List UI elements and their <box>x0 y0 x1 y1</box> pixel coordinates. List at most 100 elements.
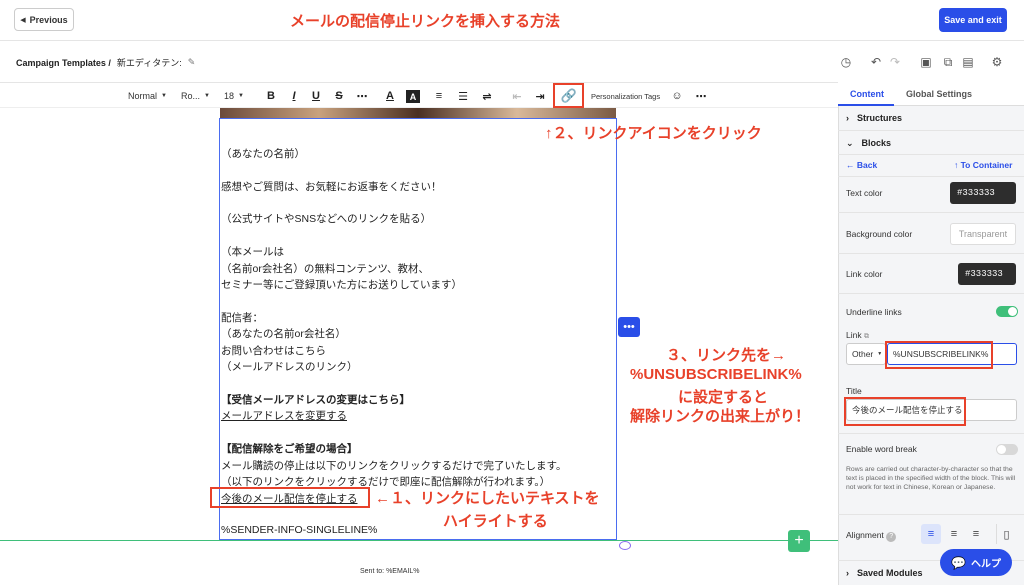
underline-icon[interactable]: U <box>309 88 323 104</box>
drag-handle-icon[interactable] <box>619 541 631 550</box>
structures-label: Structures <box>857 113 903 123</box>
blocks-section[interactable]: ⌄ Blocks <box>846 138 891 149</box>
chevron-right-icon: › <box>846 568 849 578</box>
title-highlight <box>844 397 966 426</box>
panel-divider <box>838 293 1024 294</box>
chat-bubble-icon: 💬 <box>951 555 966 570</box>
help-button[interactable]: 💬 ヘルプ <box>940 549 1012 576</box>
breadcrumb-root[interactable]: Campaign Templates / <box>16 58 111 68</box>
body-line: （公式サイトやSNSなどへのリンクを貼る） <box>221 213 432 225</box>
body-line: （メールアドレスのリンク） <box>221 361 358 373</box>
active-tab-indicator <box>838 104 894 106</box>
highlight-color-icon[interactable]: A <box>406 90 420 103</box>
word-break-toggle[interactable] <box>996 444 1018 455</box>
export-icon[interactable]: ▤ <box>960 54 976 70</box>
mobile-icon[interactable]: ▯ <box>996 524 1016 544</box>
back-button[interactable]: ← Back <box>846 160 877 170</box>
align-right-icon[interactable]: ≡ <box>966 524 986 544</box>
change-email-link[interactable]: メールアドレスを変更する <box>221 408 347 423</box>
unsubscribe-link[interactable]: 今後のメール配信を停止する <box>221 491 358 506</box>
help-circle-icon: ? <box>886 532 897 542</box>
link-icon[interactable]: 🔗 <box>561 88 577 104</box>
strikethrough-icon[interactable]: S <box>332 88 346 104</box>
annotation-step2: ↑２、リンクアイコンをクリック <box>545 125 762 142</box>
align-icon[interactable]: ≡ <box>432 88 446 104</box>
body-line: お問い合わせはこちら <box>221 345 326 357</box>
line-height-icon[interactable]: ⇌ <box>480 88 494 104</box>
font-size-select[interactable]: 18 ▼ <box>224 88 244 104</box>
link-label-text: Link <box>846 330 862 340</box>
panel-divider <box>838 433 1024 434</box>
preview-icon[interactable]: ⧉ <box>940 54 956 70</box>
more-options-icon[interactable]: ⋯ <box>694 88 708 104</box>
emoji-icon[interactable]: ☺ <box>670 88 684 104</box>
underline-links-toggle[interactable] <box>996 306 1018 317</box>
link-type-select[interactable]: Other ▼ <box>846 343 886 365</box>
annotation-step3-c: に設定すると <box>678 389 769 406</box>
link-color-picker[interactable]: #333333 <box>958 263 1016 285</box>
bold-icon[interactable]: B <box>264 88 278 104</box>
annotation-title: メールの配信停止リンクを挿入する方法 <box>290 13 561 30</box>
pencil-icon[interactable]: ✎ <box>188 57 196 68</box>
to-container-button[interactable]: ↑ To Container <box>954 160 1012 170</box>
body-heading: 【受信メールアドレスの変更はこちら】 <box>221 394 410 406</box>
save-and-exit-button[interactable]: Save and exit <box>939 8 1007 32</box>
text-color-label: Text color <box>846 188 883 198</box>
personalization-tags-button[interactable]: Personalization Tags <box>591 88 660 104</box>
more-format-icon[interactable]: ⋯ <box>355 88 369 104</box>
paragraph-style-select[interactable]: Normal ▼ <box>128 88 167 104</box>
annotation-step1-a: ←１、リンクにしたいテキストを <box>375 490 600 507</box>
font-select[interactable]: Ro... ▼ <box>181 88 210 104</box>
back-label: Back <box>856 160 878 170</box>
chevron-left-icon: ◀ <box>20 16 26 24</box>
text-color-icon[interactable]: A <box>383 88 397 104</box>
arrow-up-icon: ↑ <box>954 160 961 170</box>
text-color-picker[interactable]: #333333 <box>950 182 1016 204</box>
outdent-icon[interactable]: ⇤ <box>510 88 524 104</box>
help-label: ヘルプ <box>970 559 1001 570</box>
block-options-button[interactable]: ••• <box>618 317 640 337</box>
panel-divider <box>838 514 1024 515</box>
body-line: メール購読の停止は以下のリンクをクリックするだけで完了いたします。 <box>221 460 567 472</box>
add-block-button[interactable]: + <box>788 530 810 552</box>
align-left-icon[interactable]: ≡ <box>921 524 941 544</box>
panel-divider <box>838 130 1024 131</box>
drop-line <box>0 540 838 541</box>
saved-modules-label: Saved Modules <box>857 568 923 578</box>
image-icon[interactable]: ▣ <box>918 54 934 70</box>
previous-button[interactable]: ◀ Previous <box>14 8 74 31</box>
breadcrumb: Campaign Templates / 新エディタテン: ✎ <box>16 56 195 69</box>
word-break-label: Enable word break <box>846 444 917 454</box>
body-heading: 【配信解除をご希望の場合】 <box>221 443 358 455</box>
link-url-highlight <box>885 341 993 369</box>
history-icon[interactable]: ◷ <box>838 54 854 70</box>
bullet-list-icon[interactable]: ☰ <box>456 88 470 104</box>
underline-links-label: Underline links <box>846 307 902 317</box>
structures-section[interactable]: › Structures <box>846 113 902 123</box>
body-line: セミナー等にご登録頂いた方にお送りしています） <box>221 279 462 291</box>
align-center-icon[interactable]: ≡ <box>944 524 964 544</box>
breadcrumb-current[interactable]: 新エディタテン: <box>117 56 182 69</box>
sent-to-footer: Sent to: %EMAIL% <box>360 568 420 575</box>
redo-icon[interactable]: ↷ <box>887 54 903 70</box>
italic-icon[interactable]: I <box>287 88 301 104</box>
link-label: Link ⧉ <box>846 330 869 341</box>
saved-modules-section[interactable]: › Saved Modules <box>846 568 923 578</box>
tab-content[interactable]: Content <box>850 89 884 99</box>
background-color-label: Background color <box>846 229 913 239</box>
paragraph-style-value: Normal <box>128 91 158 101</box>
tab-global-settings[interactable]: Global Settings <box>906 89 972 99</box>
undo-icon[interactable]: ↶ <box>868 54 884 70</box>
background-color-picker[interactable]: Transparent <box>950 223 1016 245</box>
body-line: （あなたの名前） <box>221 148 305 160</box>
header-image[interactable] <box>220 108 616 118</box>
gear-icon[interactable]: ⚙ <box>989 54 1005 70</box>
body-line: （あなたの名前or会社名） <box>221 328 346 340</box>
panel-divider <box>838 176 1024 177</box>
panel-divider <box>838 253 1024 254</box>
indent-icon[interactable]: ⇥ <box>533 88 547 104</box>
annotation-step3-d: 解除リンクの出来上がり！ <box>630 408 811 425</box>
font-value: Ro... <box>181 91 201 101</box>
title-label: Title <box>846 386 862 396</box>
word-break-hint: Rows are carried out character-by-charac… <box>846 466 1016 491</box>
